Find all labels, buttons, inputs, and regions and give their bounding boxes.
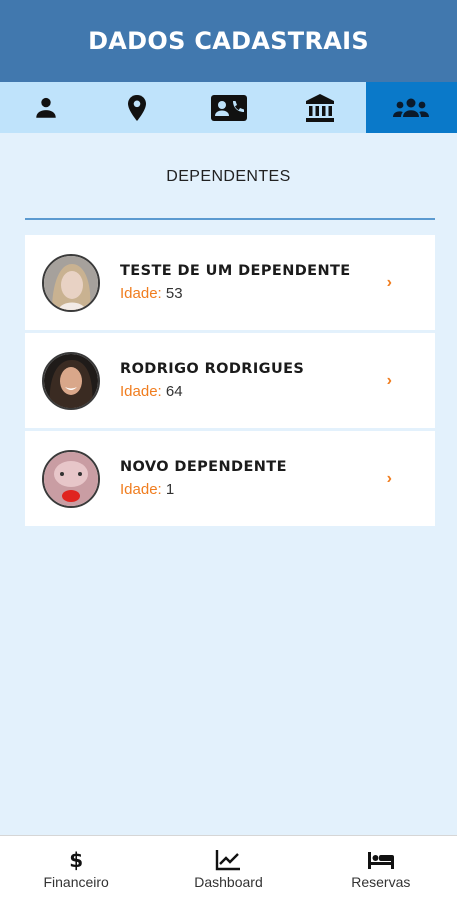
tab-bank[interactable]: [274, 82, 365, 133]
section-divider: [25, 218, 435, 220]
dependent-card[interactable]: NOVO DEPENDENTE Idade: 1 ›: [25, 431, 435, 526]
chevron-right-icon: ›: [386, 371, 392, 389]
avatar: [42, 449, 100, 508]
contact-card-icon: [210, 94, 247, 121]
section-title: DEPENDENTES: [166, 168, 291, 185]
age-value: 1: [165, 481, 175, 498]
age-label: Idade:: [120, 383, 162, 400]
chevron-right-icon: ›: [386, 273, 392, 291]
age-value: 53: [165, 285, 183, 302]
bottom-navigation: $ Financeiro Dashboard Reservas: [0, 835, 457, 900]
tab-personal[interactable]: [0, 82, 91, 133]
person-icon: [35, 97, 56, 118]
dependent-card[interactable]: TESTE DE UM DEPENDENTE Idade: 53 ›: [25, 235, 435, 330]
dollar-icon: $: [69, 847, 84, 872]
app-header: DADOS CADASTRAIS: [0, 0, 457, 82]
location-pin-icon: [128, 94, 147, 121]
nav-label: Dashboard: [194, 873, 263, 890]
nav-reservas[interactable]: Reservas: [305, 836, 457, 900]
chevron-right-icon: ›: [386, 469, 392, 487]
dependents-list: TESTE DE UM DEPENDENTE Idade: 53 › RODRI…: [25, 235, 435, 529]
tab-address[interactable]: [91, 82, 182, 133]
dependent-card[interactable]: RODRIGO RODRIGUES Idade: 64 ›: [25, 333, 435, 428]
tab-bar: [0, 82, 457, 133]
avatar: [42, 351, 100, 410]
tab-contact[interactable]: [183, 82, 274, 133]
group-icon: [393, 98, 430, 117]
age-label: Idade:: [120, 285, 162, 302]
page-title: DADOS CADASTRAIS: [88, 27, 369, 55]
avatar: [42, 253, 100, 312]
chart-line-icon: [216, 849, 241, 870]
age-value: 64: [165, 383, 183, 400]
age-label: Idade:: [120, 481, 162, 498]
nav-label: Reservas: [351, 873, 411, 890]
nav-dashboard[interactable]: Dashboard: [152, 836, 304, 900]
bed-icon: [367, 851, 394, 869]
nav-financeiro[interactable]: $ Financeiro: [0, 836, 152, 900]
bank-icon: [305, 93, 334, 122]
nav-label: Financeiro: [43, 873, 109, 890]
tab-dependents[interactable]: [365, 82, 457, 133]
